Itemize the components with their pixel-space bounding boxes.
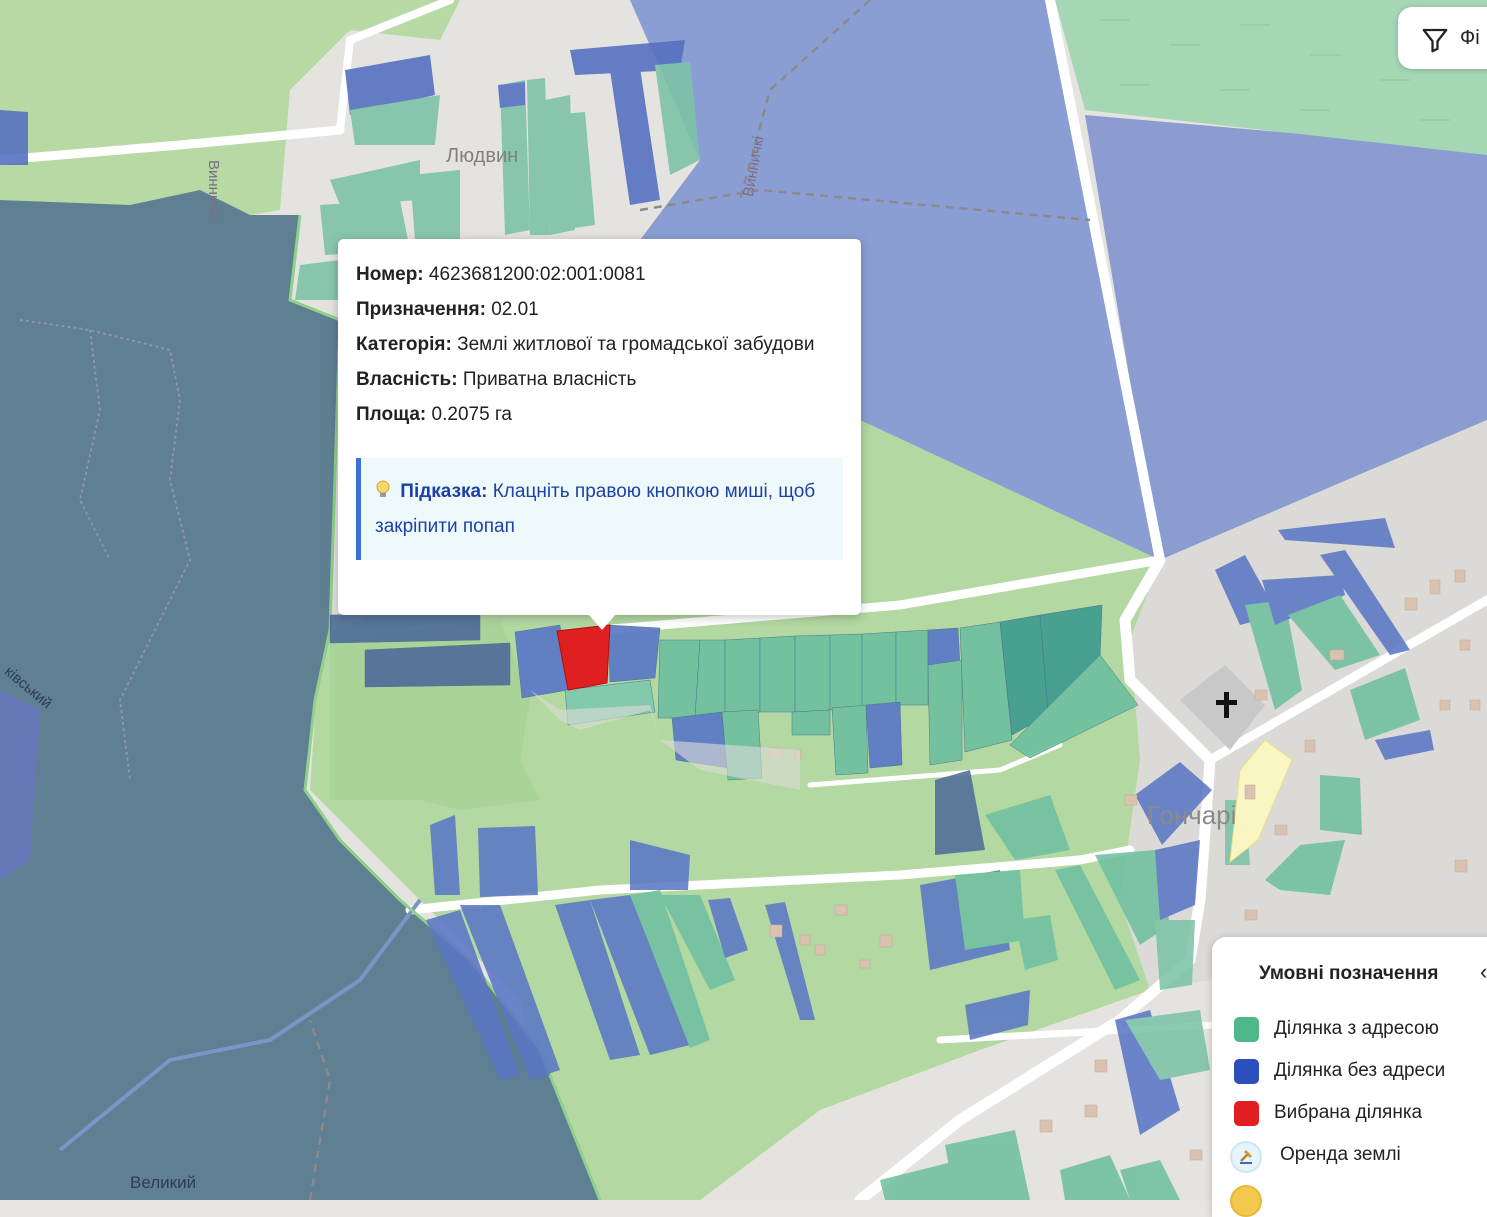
filter-icon <box>1422 28 1448 53</box>
popup-purpose-label: Призначення: <box>356 299 486 320</box>
place-label-vynnychky-1: Винничкі <box>205 160 222 222</box>
popup-category-row: Категорія: Землі житлової та громадської… <box>356 327 843 362</box>
chevron-left-icon[interactable]: ‹ <box>1480 959 1487 985</box>
legend-label-without-address: Ділянка без адреси <box>1274 1060 1446 1081</box>
legend-panel: Умовні позначення ‹ Ділянка з адресою Ді… <box>1212 937 1487 1217</box>
land-lease-icon <box>1230 1141 1262 1173</box>
legend-label-with-address: Ділянка з адресою <box>1274 1018 1439 1039</box>
legend-next-icon <box>1230 1185 1262 1217</box>
filter-button[interactable]: Фі <box>1398 7 1487 69</box>
popup-purpose-value: 02.01 <box>491 299 539 320</box>
place-label-honchari: Гончарі <box>1147 800 1237 830</box>
popup-number-row: Номер: 4623681200:02:001:0081 <box>356 257 843 292</box>
popup-hint-label: Підказка: <box>400 481 488 502</box>
popup-hint: Підказка: Клацніть правою кнопкою миші, … <box>356 458 843 560</box>
legend-swatch-without-address <box>1234 1059 1259 1084</box>
place-label-velykyi: Великий <box>130 1173 197 1192</box>
filter-button-label: Фі <box>1460 27 1480 49</box>
popup-area-value: 0.2075 га <box>431 404 513 425</box>
place-label-liudvyn: Людвин <box>446 145 519 167</box>
legend-label-selected: Вибрана ділянка <box>1274 1102 1423 1123</box>
legend-title: Умовні позначення <box>1259 963 1439 984</box>
popup-number-value: 4623681200:02:001:0081 <box>428 264 646 285</box>
parcel-popup: Номер: 4623681200:02:001:0081 Призначенн… <box>338 239 861 615</box>
popup-number-label: Номер: <box>356 264 424 285</box>
popup-pointer <box>588 614 616 630</box>
popup-category-label: Категорія: <box>356 334 452 355</box>
legend-swatch-selected <box>1234 1101 1259 1126</box>
legend-swatch-with-address <box>1234 1017 1259 1042</box>
popup-area-row: Площа: 0.2075 га <box>356 397 843 432</box>
popup-ownership-label: Власність: <box>356 369 458 390</box>
popup-area-label: Площа: <box>356 404 427 425</box>
lightbulb-icon <box>376 480 390 497</box>
popup-ownership-value: Приватна власність <box>462 369 637 390</box>
popup-category-value: Землі житлової та громадської забудови <box>457 334 815 355</box>
popup-ownership-row: Власність: Приватна власність <box>356 362 843 397</box>
legend-label-land-lease: Оренда землі <box>1280 1144 1401 1165</box>
popup-purpose-row: Призначення: 02.01 <box>356 292 843 327</box>
